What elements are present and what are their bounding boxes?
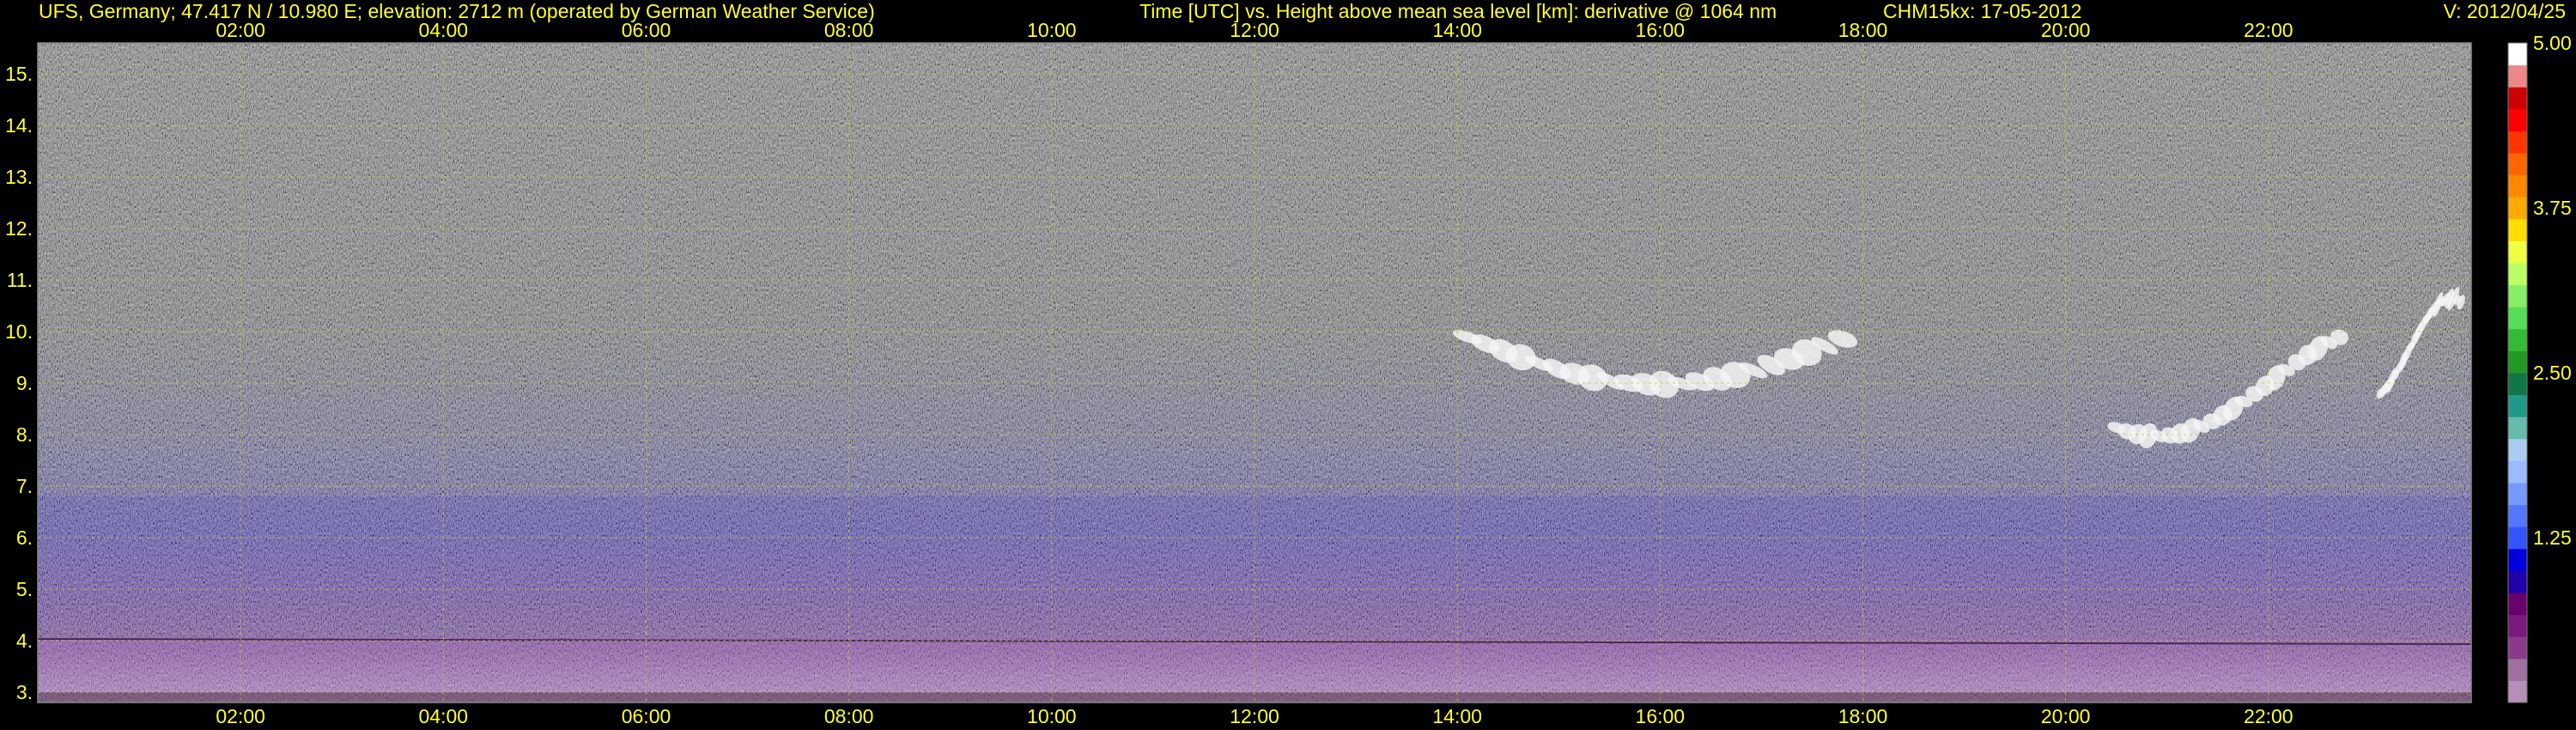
ceilometer-chart: 02:00 04:00 06:00 08:00 10:00 12:00 14:00 16:00… [5,19,2572,727]
x-tick-label: 22:00 [2244,705,2293,727]
y-tick-label: 10. [5,320,33,343]
colorbar-segment [2508,417,2527,440]
colorbar-segment [2508,504,2527,527]
colorbar-segment [2508,438,2527,461]
colorbar-segment [2508,680,2527,703]
colorbar-segment [2508,483,2527,506]
x-tick-label: 06:00 [622,19,671,41]
y-tick-label: 8. [16,423,33,446]
y-tick-label: 6. [16,526,33,549]
y-tick-label: 9. [16,372,33,394]
colorbar-segment [2508,350,2527,374]
y-tick-label: 14. [5,114,33,137]
colorbar-segment [2508,614,2527,637]
x-tick-label: 18:00 [1838,19,1888,41]
colorbar-segment [2508,307,2527,330]
x-tick-label: 14:00 [1432,19,1482,41]
colorbar-segment [2508,284,2527,307]
y-tick-label: 11. [7,269,33,291]
colorbar-segment [2508,328,2527,351]
colorbar-segment [2508,570,2527,593]
colorbar-segment [2508,174,2527,198]
colorbar-tick-label: 1.25 [2533,526,2572,549]
x-tick-label: 20:00 [2041,705,2091,727]
colorbar-labels: 5.00 3.75 2.50 1.25 [2533,32,2572,549]
colorbar-segment [2508,218,2527,241]
x-tick-label: 18:00 [1838,705,1888,727]
x-tick-label: 12:00 [1230,19,1279,41]
colorbar-tick-label: 3.75 [2533,197,2572,219]
colorbar [2507,42,2528,703]
x-tick-label: 08:00 [824,705,874,727]
x-tick-label: 14:00 [1432,705,1482,727]
x-tick-label: 10:00 [1027,19,1077,41]
colorbar-segment [2508,263,2527,286]
colorbar-segment [2508,197,2527,220]
y-tick-label: 3. [16,681,33,703]
colorbar-segment [2508,153,2527,176]
x-tick-label: 02:00 [216,705,265,727]
x-tick-label: 04:00 [419,705,469,727]
x-tick-labels-top: 02:00 04:00 06:00 08:00 10:00 12:00 14:00 16:00… [216,19,2293,41]
colorbar-segment [2508,526,2527,550]
colorbar-segment [2508,43,2527,66]
colorbar-segment [2508,87,2527,110]
colorbar-tick-label: 5.00 [2533,32,2572,54]
x-tick-label: 04:00 [419,19,469,41]
x-tick-labels-bottom: 02:00 04:00 06:00 08:00 10:00 12:00 14:00 16:00… [216,705,2293,727]
colorbar-tick-label: 2.50 [2533,362,2572,384]
colorbar-segment [2508,658,2527,681]
colorbar-segment [2508,460,2527,484]
colorbar-segment [2508,64,2527,88]
colorbar-segment [2508,394,2527,417]
x-tick-label: 16:00 [1636,705,1686,727]
colorbar-segment [2508,131,2527,154]
colorbar-segment [2508,108,2527,131]
x-tick-label: 20:00 [2041,19,2091,41]
x-tick-label: 16:00 [1636,19,1686,41]
x-tick-label: 22:00 [2244,19,2293,41]
colorbar-segment [2508,548,2527,571]
colorbar-segment [2508,240,2527,264]
colorbar-segment [2508,593,2527,616]
x-tick-label: 08:00 [824,19,874,41]
x-tick-label: 06:00 [622,705,671,727]
y-tick-label: 7. [16,475,33,497]
x-tick-label: 10:00 [1027,705,1077,727]
y-tick-label: 15. [5,63,33,85]
y-tick-label: 4. [16,630,33,652]
colorbar-segment [2508,636,2527,660]
x-tick-label: 02:00 [216,19,265,41]
y-tick-label: 12. [5,217,33,240]
colorbar-segment [2508,373,2527,396]
y-tick-label: 13. [5,166,33,188]
x-tick-label: 12:00 [1230,705,1279,727]
y-tick-labels: 3. 4. 5. 6. 7. 8. 9. 10. 11. 12. 13. 14. 15. [5,63,33,703]
y-tick-label: 5. [16,578,33,600]
